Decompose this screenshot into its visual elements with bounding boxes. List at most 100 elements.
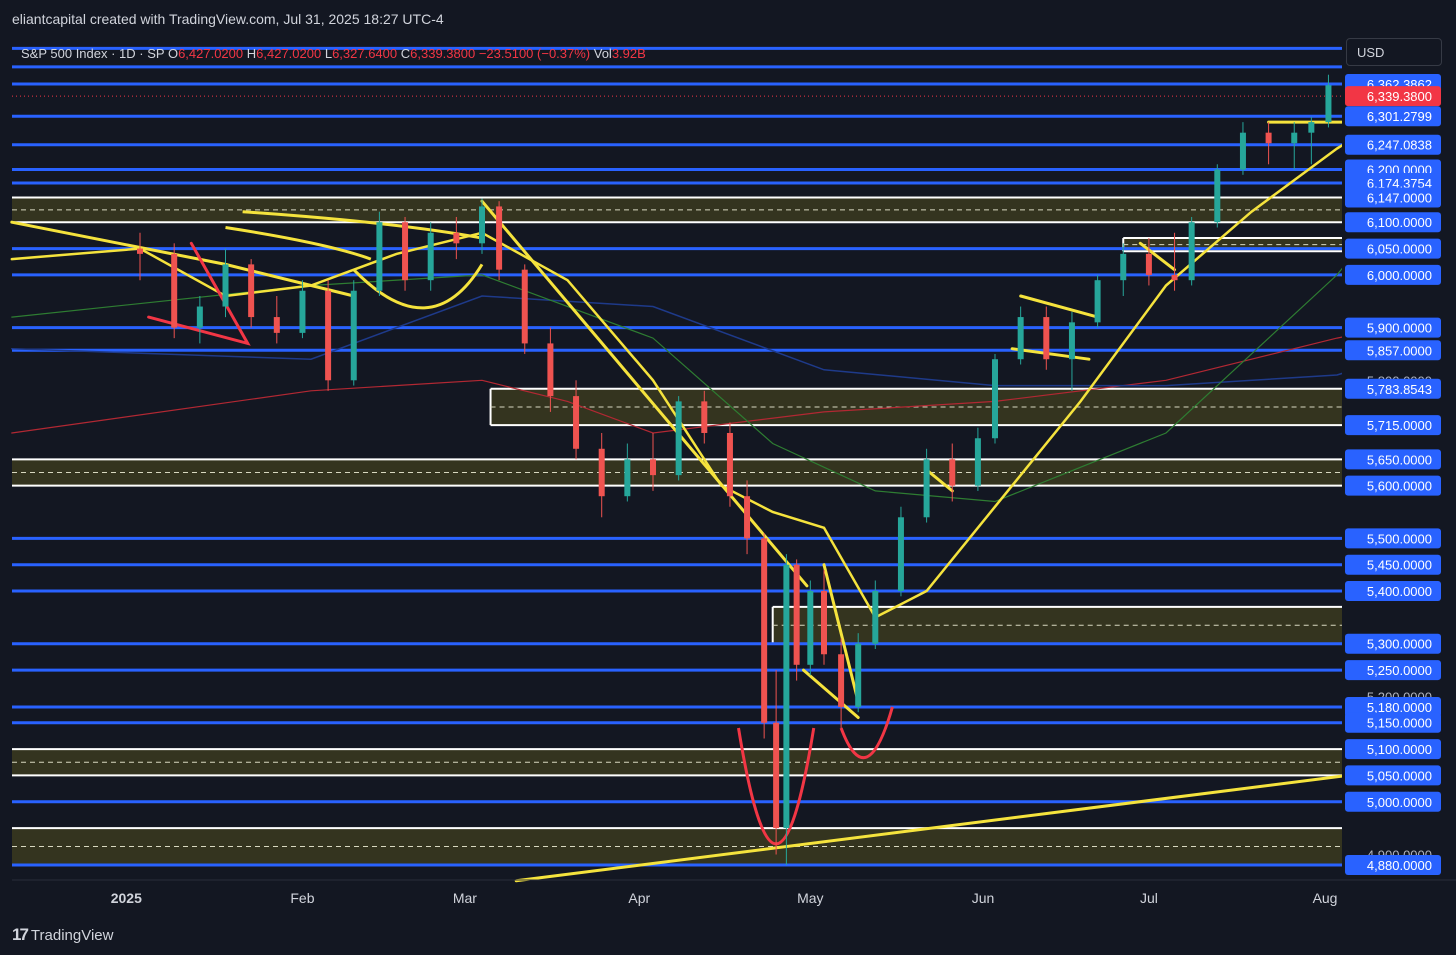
candle-body-5 (273, 317, 280, 333)
candle-body-13 (479, 206, 485, 244)
candle-body-11 (427, 232, 434, 281)
wedge-lower (802, 668, 860, 719)
price-tag-11: 5,857.0000 (1367, 343, 1432, 358)
legend-part-3: H (247, 46, 256, 61)
candle-body-8 (350, 290, 357, 381)
candle-body-22 (701, 401, 708, 433)
candle-body-10 (402, 222, 409, 281)
candle-body-0 (137, 248, 143, 254)
tradingview-logo[interactable]: 17 TradingView (12, 925, 113, 945)
legend-part-0: S&P 500 Index · 1D · SP (21, 46, 168, 61)
price-tag-20: 5,250.0000 (1367, 663, 1432, 678)
time-tick-4: May (797, 890, 823, 906)
time-tick-6: Jul (1140, 890, 1158, 906)
candle-body-21 (675, 401, 682, 476)
candle-body-9 (376, 222, 383, 291)
candle-body-43 (1120, 253, 1127, 281)
candle-body-49 (1265, 132, 1272, 144)
legend-part-5: L (325, 46, 332, 61)
attribution-text: eliantcapital created with TradingView.c… (12, 11, 444, 27)
price-tag-6: 6,147.0000 (1367, 190, 1432, 205)
candles (137, 49, 1392, 865)
candle-body-14 (496, 206, 503, 270)
zones-layer (12, 196, 1342, 866)
candle-body-23 (726, 432, 733, 497)
price-tag-25: 5,000.0000 (1367, 795, 1432, 810)
candle-body-40 (1043, 317, 1050, 360)
candle-body-41 (1068, 322, 1075, 360)
candle-body-17 (573, 396, 580, 449)
legend-part-7: C (401, 46, 410, 61)
price-chart[interactable]: 5,800.00005,200.00004,900.00006,362.3862… (0, 0, 1456, 955)
price-tag-15: 5,600.0000 (1367, 479, 1432, 494)
candle-body-36 (949, 459, 956, 486)
candle-body-51 (1308, 122, 1315, 133)
tradingview-logo-icon: 17 (12, 925, 29, 944)
candle-body-29 (807, 591, 814, 665)
price-tag-8: 6,050.0000 (1367, 242, 1432, 257)
candle-body-20 (650, 459, 656, 476)
candle-body-4 (248, 264, 255, 318)
candle-body-46 (1188, 222, 1195, 281)
price-tag-1: 6,339.3800 (1367, 89, 1432, 104)
price-tag-21: 5,180.0000 (1367, 700, 1432, 715)
candle-body-38 (992, 359, 998, 439)
time-tick-7: Aug (1313, 890, 1338, 906)
candle-body-45 (1171, 274, 1178, 281)
time-tick-3: Apr (628, 890, 650, 906)
price-tag-19: 5,300.0000 (1367, 637, 1432, 652)
ohlc-legend: S&P 500 Index · 1D · SP O6,427.0200 H6,4… (21, 46, 646, 61)
price-tag-7: 6,100.0000 (1367, 215, 1432, 230)
candle-body-42 (1094, 280, 1101, 323)
legend-part-10: Vol (594, 46, 612, 61)
price-tag-24: 5,050.0000 (1367, 768, 1432, 783)
candle-body-39 (1017, 317, 1024, 360)
candle-body-18 (598, 448, 605, 497)
price-tag-10: 5,900.0000 (1367, 321, 1432, 336)
candle-body-50 (1291, 132, 1298, 144)
candle-body-24 (744, 496, 751, 539)
price-tag-16: 5,500.0000 (1367, 531, 1432, 546)
candle-body-28 (793, 564, 800, 665)
ma-100-line (11, 295, 1390, 387)
price-tag-22: 5,150.0000 (1367, 716, 1432, 731)
legend-part-4: 6,427.0200 (256, 46, 325, 61)
candle-body-52 (1325, 85, 1332, 123)
price-tag-9: 6,000.0000 (1367, 268, 1432, 283)
candle-body-32 (855, 643, 862, 707)
currency-button[interactable]: USD (1346, 38, 1442, 66)
candle-body-25 (761, 538, 768, 723)
header: eliantcapital created with TradingView.c… (0, 0, 1456, 38)
candle-body-33 (872, 591, 879, 644)
time-tick-2: Mar (453, 890, 477, 906)
flag-jun-upper (1019, 294, 1100, 319)
time-tick-5: Jun (972, 890, 995, 906)
price-axis: 5,800.00005,200.00004,900.00006,362.3862… (1342, 0, 1456, 915)
candle-body-47 (1214, 169, 1221, 223)
price-tag-12: 5,783.8543 (1367, 382, 1432, 397)
legend-part-9: −23.5100 (−0.37%) (479, 46, 594, 61)
candle-body-2 (196, 306, 203, 328)
price-tag-14: 5,650.0000 (1367, 452, 1432, 467)
candle-body-19 (624, 459, 631, 497)
candle-body-35 (923, 459, 930, 518)
tradingview-brand-text: TradingView (30, 926, 114, 944)
price-tag-2: 6,301.2799 (1367, 109, 1432, 124)
candle-body-1 (171, 253, 178, 328)
candle-body-26 (773, 722, 780, 829)
candle-body-30 (821, 591, 827, 655)
legend-part-11: 3.92B (612, 46, 646, 61)
ma-20-line (10, 115, 1390, 620)
price-tag-17: 5,450.0000 (1367, 558, 1432, 573)
price-tag-3: 6,247.0838 (1367, 138, 1432, 153)
candle-body-3 (222, 264, 229, 307)
candle-body-44 (1145, 253, 1152, 275)
legend-part-2: 6,427.0200 (178, 46, 247, 61)
candle-body-7 (325, 290, 332, 381)
footer: 17 TradingView (0, 915, 1456, 955)
arc-cup-feb (352, 263, 484, 310)
candle-body-12 (453, 232, 460, 244)
legend-part-8: 6,339.3800 (410, 46, 479, 61)
legend-part-6: 6,327.6400 (332, 46, 401, 61)
candle-body-27 (783, 564, 790, 829)
